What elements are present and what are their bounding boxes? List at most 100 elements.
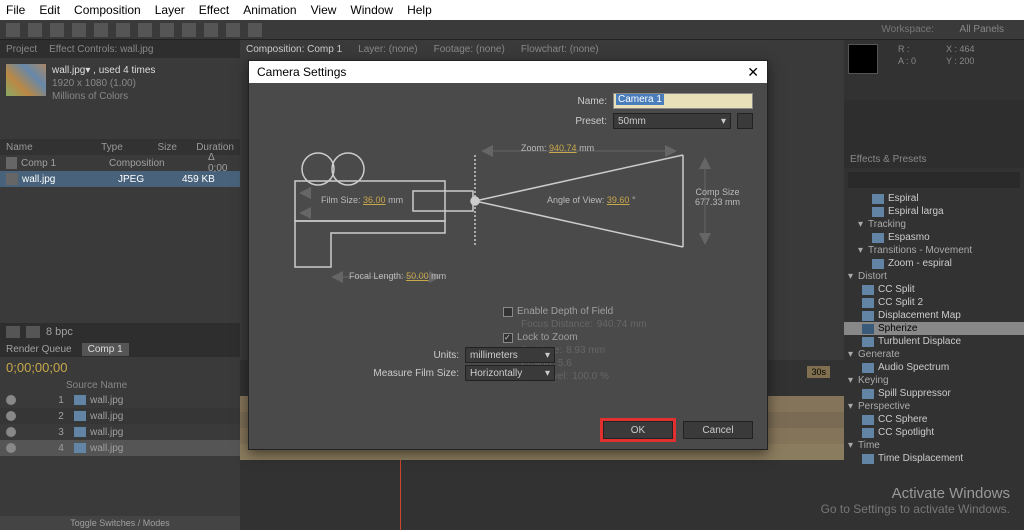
effect-item[interactable]: CC Split 2 — [844, 296, 1024, 309]
menu-composition[interactable]: Composition — [74, 3, 141, 17]
menu-animation[interactable]: Animation — [243, 3, 296, 17]
effect-category[interactable]: ▾Transitions - Movement — [844, 244, 1024, 257]
tool-rotate[interactable] — [72, 23, 86, 37]
preset-dropdown[interactable]: 50mm▾ — [613, 113, 731, 129]
tab-effect-controls[interactable]: Effect Controls: wall.jpg — [49, 44, 153, 55]
tool-brush[interactable] — [204, 23, 218, 37]
effect-icon — [872, 207, 884, 217]
layer-name: wall.jpg — [90, 395, 123, 406]
dof-checkbox[interactable] — [503, 307, 513, 317]
name-input[interactable]: Camera 1 — [613, 93, 753, 109]
effect-item[interactable]: Espiral — [844, 192, 1024, 205]
film-value[interactable]: 36.00 — [363, 195, 386, 205]
menu-layer[interactable]: Layer — [155, 3, 185, 17]
tab-project[interactable]: Project — [6, 44, 37, 55]
eye-icon[interactable] — [6, 411, 16, 421]
menubar[interactable]: File Edit Composition Layer Effect Anima… — [0, 0, 1024, 20]
tab-footage[interactable]: Footage: (none) — [434, 44, 505, 55]
effect-item[interactable]: Spill Suppressor — [844, 387, 1024, 400]
tool-hand[interactable] — [28, 23, 42, 37]
asset-row[interactable]: Comp 1CompositionΔ 0;00 — [0, 155, 240, 171]
workspace-dropdown[interactable]: All Panels — [960, 24, 1004, 35]
units-dropdown[interactable]: millimeters▾ — [465, 347, 555, 363]
col-name[interactable]: Name — [6, 142, 80, 153]
menu-edit[interactable]: Edit — [39, 3, 60, 17]
eye-icon[interactable] — [6, 427, 16, 437]
menu-window[interactable]: Window — [350, 3, 393, 17]
menu-view[interactable]: View — [311, 3, 337, 17]
asset-thumbnail[interactable] — [6, 64, 46, 96]
tab-effects-presets[interactable]: Effects & Presets — [850, 154, 927, 165]
tab-flowchart[interactable]: Flowchart: (none) — [521, 44, 599, 55]
close-icon[interactable]: ✕ — [747, 64, 759, 81]
timecode[interactable]: 0;00;00;00 — [0, 357, 240, 378]
lock-zoom-checkbox[interactable] — [503, 333, 513, 343]
focal-value[interactable]: 50.00 — [406, 271, 429, 281]
menu-effect[interactable]: Effect — [199, 3, 229, 17]
effect-item[interactable]: Time Displacement — [844, 452, 1024, 465]
menu-help[interactable]: Help — [407, 3, 432, 17]
col-duration[interactable]: Duration — [196, 142, 234, 153]
tool-pen[interactable] — [160, 23, 174, 37]
effect-item[interactable]: Zoom - espiral — [844, 257, 1024, 270]
effect-category[interactable]: ▾Tracking — [844, 218, 1024, 231]
effects-search-input[interactable] — [848, 172, 1020, 188]
tool-zoom[interactable] — [50, 23, 64, 37]
asset-name: wall.jpg — [22, 174, 94, 185]
effects-list[interactable]: EspiralEspiral larga▾TrackingEspasmo▾Tra… — [844, 192, 1024, 530]
layer-col-source[interactable]: Source Name — [66, 380, 127, 391]
effect-category[interactable]: ▾Perspective — [844, 400, 1024, 413]
effect-item[interactable]: Spherize — [844, 322, 1024, 335]
effect-item[interactable]: CC Spotlight — [844, 426, 1024, 439]
effect-category[interactable]: ▾Time — [844, 439, 1024, 452]
effect-item[interactable]: Turbulent Displace — [844, 335, 1024, 348]
name-label: Name: — [578, 96, 607, 107]
effect-item[interactable]: CC Sphere — [844, 413, 1024, 426]
effect-item[interactable]: Espasmo — [844, 231, 1024, 244]
tab-layer[interactable]: Layer: (none) — [358, 44, 417, 55]
tool-selection[interactable] — [6, 23, 20, 37]
bpc-icon[interactable] — [6, 326, 20, 338]
col-size[interactable]: Size — [157, 142, 196, 153]
effect-item[interactable]: Espiral larga — [844, 205, 1024, 218]
tab-render-queue[interactable]: Render Queue — [6, 344, 72, 355]
tool-eraser[interactable] — [248, 23, 262, 37]
toggle-switches-button[interactable]: Toggle Switches / Modes — [0, 516, 240, 530]
folder-icon[interactable] — [26, 326, 40, 338]
tool-mask[interactable] — [138, 23, 152, 37]
effect-item[interactable]: CC Split — [844, 283, 1024, 296]
effect-label: Time Displacement — [878, 453, 963, 464]
layer-row[interactable]: 1wall.jpg — [0, 392, 240, 408]
effect-category[interactable]: ▾Distort — [844, 270, 1024, 283]
effect-category[interactable]: ▾Keying — [844, 374, 1024, 387]
tab-composition[interactable]: Composition: Comp 1 — [246, 44, 342, 55]
layer-row[interactable]: 2wall.jpg — [0, 408, 240, 424]
effect-item[interactable]: Displacement Map — [844, 309, 1024, 322]
col-type[interactable]: Type — [101, 142, 157, 153]
tool-text[interactable] — [182, 23, 196, 37]
project-footer: 8 bpc — [0, 323, 240, 341]
watermark-title: Activate Windows — [821, 485, 1010, 502]
eye-icon[interactable] — [6, 395, 16, 405]
effect-category[interactable]: ▾Generate — [844, 348, 1024, 361]
menu-file[interactable]: File — [6, 3, 25, 17]
layer-row[interactable]: 4wall.jpg — [0, 440, 240, 456]
tool-pan[interactable] — [116, 23, 130, 37]
layer-name: wall.jpg — [90, 443, 123, 454]
measure-dropdown[interactable]: Horizontally▾ — [465, 365, 555, 381]
asset-row[interactable]: wall.jpgJPEG459 KB — [0, 171, 240, 187]
effect-label: CC Spotlight — [878, 427, 934, 438]
trash-icon[interactable] — [737, 113, 753, 129]
focal-unit: mm — [431, 271, 446, 281]
eye-icon[interactable] — [6, 443, 16, 453]
zoom-value[interactable]: 940.74 — [549, 143, 577, 153]
layer-row[interactable]: 3wall.jpg — [0, 424, 240, 440]
effect-item[interactable]: Audio Spectrum — [844, 361, 1024, 374]
tab-comp1[interactable]: Comp 1 — [82, 343, 129, 356]
cancel-button[interactable]: Cancel — [683, 421, 753, 439]
bpc-label[interactable]: 8 bpc — [46, 326, 73, 338]
tool-stamp[interactable] — [226, 23, 240, 37]
ok-button[interactable]: OK — [603, 421, 673, 439]
tool-camera[interactable] — [94, 23, 108, 37]
aov-value[interactable]: 39.60 — [607, 195, 630, 205]
